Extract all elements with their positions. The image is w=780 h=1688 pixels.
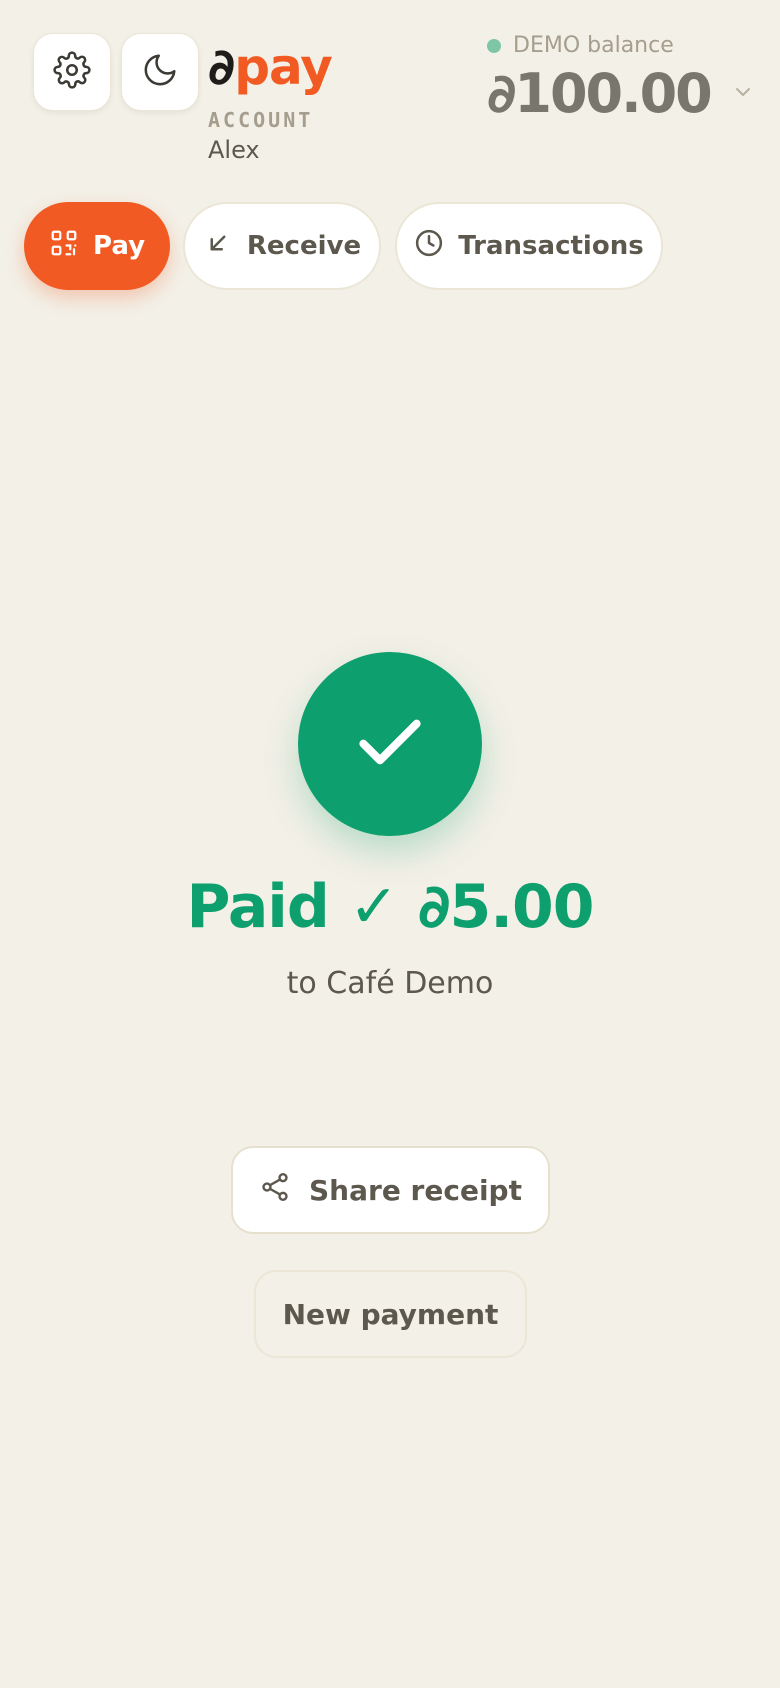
brand-block: ∂pay ACCOUNT Alex [208, 36, 333, 164]
tab-receive-label: Receive [246, 231, 362, 261]
theme-toggle-button[interactable] [121, 33, 199, 111]
balance-selector[interactable]: DEMO balance ∂100.00 [487, 33, 757, 125]
payment-status-title: Paid ✓ ∂5.00 [186, 872, 594, 942]
account-label: ACCOUNT [208, 108, 314, 132]
status-dot [487, 38, 501, 53]
tab-receive[interactable]: Receive [183, 202, 381, 290]
balance-label: DEMO balance [513, 33, 674, 58]
chevron-down-icon[interactable] [731, 80, 755, 108]
balance-amount: ∂100.00 [487, 62, 713, 125]
payment-success-screen: ∂pay ACCOUNT Alex DEMO balance ∂100.00 P… [0, 0, 780, 1688]
success-badge [298, 652, 482, 836]
moon-icon [141, 51, 179, 93]
balance-label-row: DEMO balance [487, 33, 757, 58]
tab-pay-label: Pay [92, 231, 146, 261]
tab-pay[interactable]: Pay [24, 202, 170, 290]
new-payment-button[interactable]: New payment [254, 1270, 527, 1358]
dpay-logo: ∂pay [208, 38, 333, 96]
arrow-down-left-icon [203, 228, 247, 265]
tab-transactions-label: Transactions [458, 231, 644, 261]
qr-code-icon [49, 228, 93, 265]
clock-icon [414, 228, 458, 265]
share-icon [259, 1171, 309, 1210]
share-receipt-button[interactable]: Share receipt [231, 1146, 550, 1234]
tab-transactions[interactable]: Transactions [395, 202, 663, 290]
settings-button[interactable] [33, 33, 111, 111]
account-name: Alex [208, 136, 260, 164]
share-receipt-label: Share receipt [309, 1173, 522, 1207]
gear-icon [53, 51, 91, 93]
checkmark-icon [350, 702, 430, 786]
new-payment-label: New payment [282, 1297, 499, 1331]
payment-recipient: to Café Demo [286, 966, 494, 1001]
balance-amount-row: ∂100.00 [487, 62, 757, 125]
